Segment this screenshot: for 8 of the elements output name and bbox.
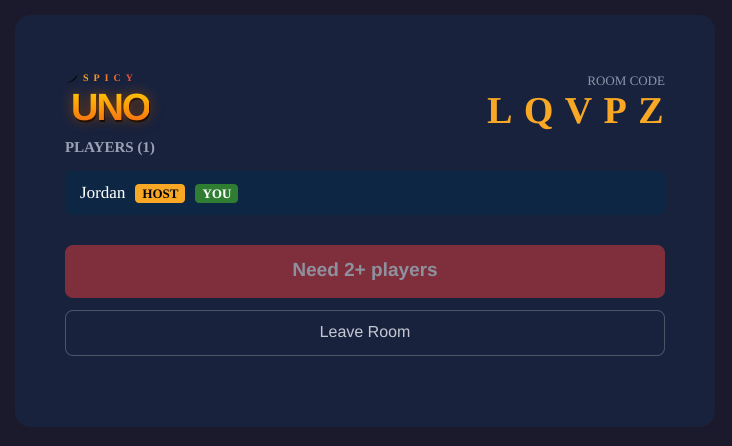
player-badge: HOST	[135, 184, 186, 202]
room-code: LQVPZ	[487, 90, 675, 130]
room-code-label: ROOM CODE	[587, 72, 665, 90]
player-name: Jordan	[80, 182, 126, 204]
chili-pepper-icon	[65, 74, 79, 84]
leave-button[interactable]: Leave Room	[65, 310, 665, 356]
players-heading: PLAYERS (1)	[65, 138, 156, 158]
player-badge: YOU	[195, 184, 238, 202]
